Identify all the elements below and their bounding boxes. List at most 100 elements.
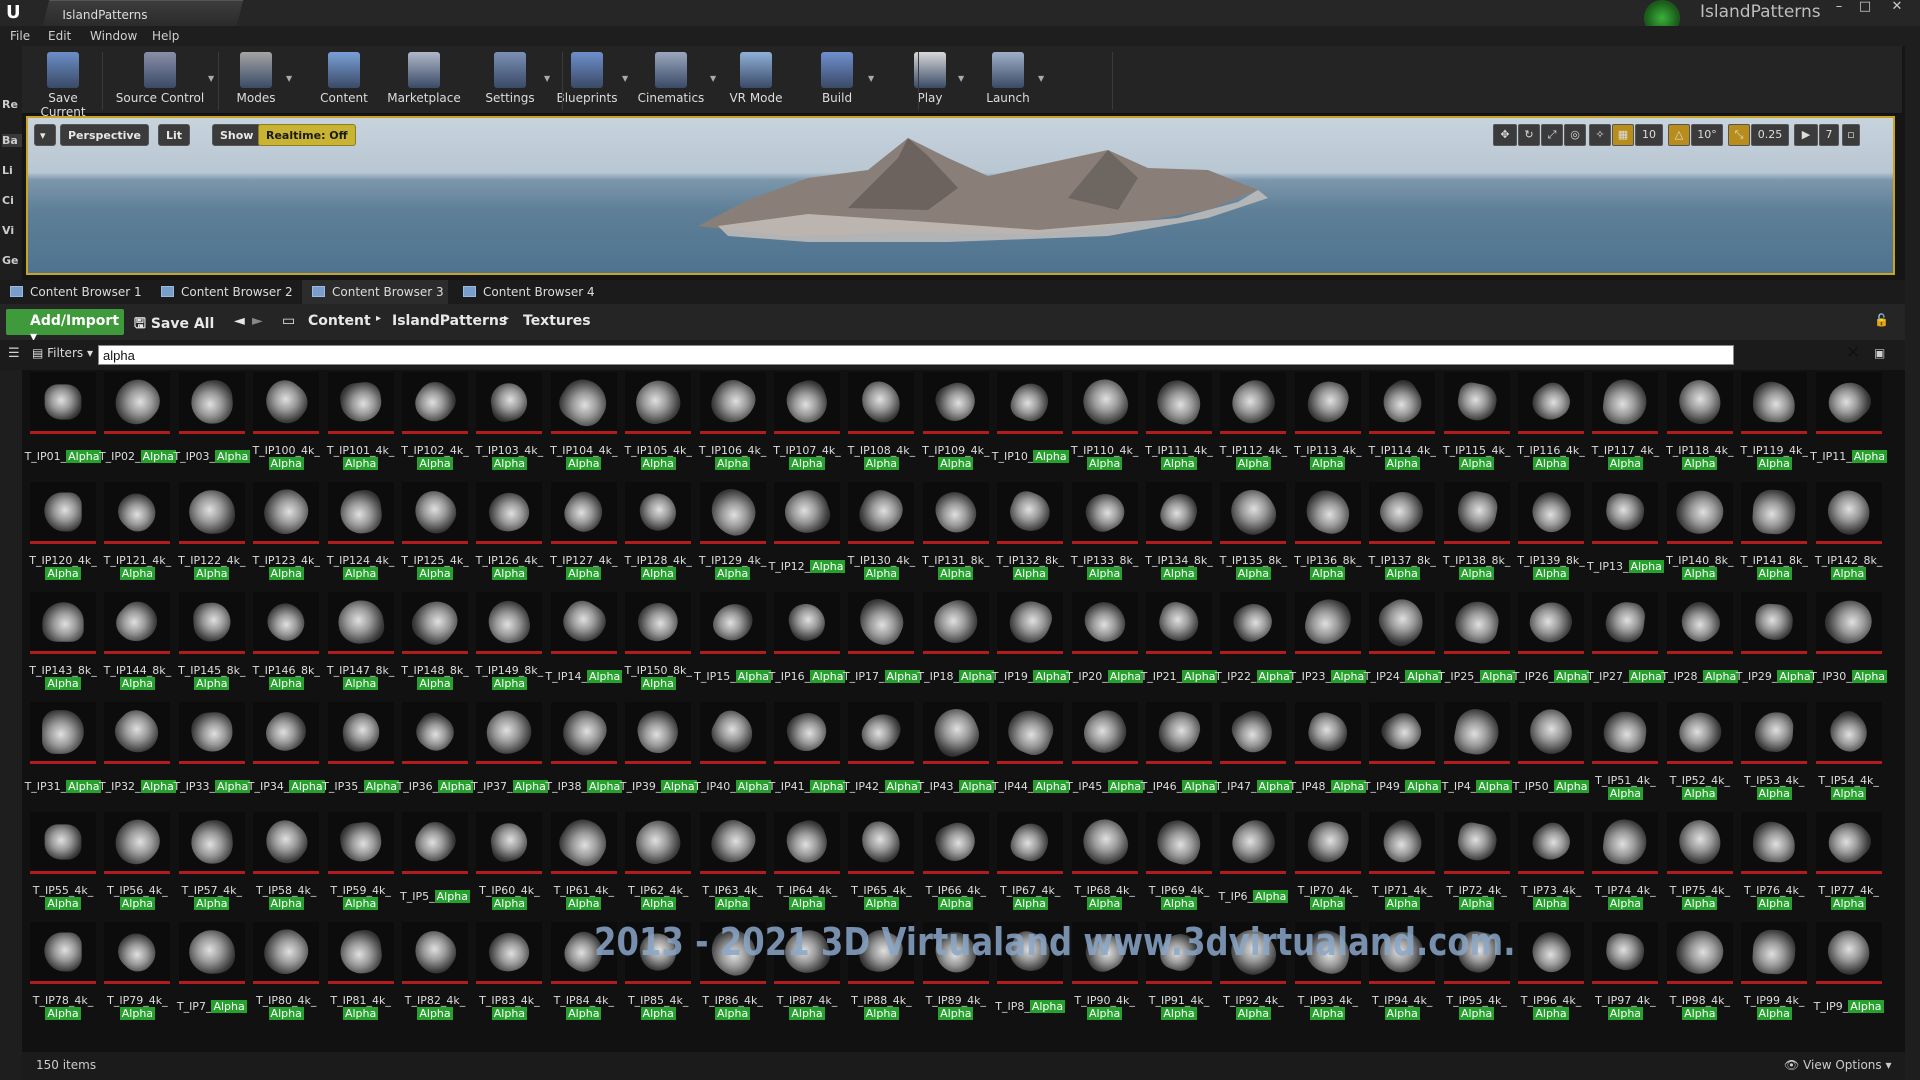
filters-button[interactable]: ▤ Filters ▾ xyxy=(32,346,93,360)
asset-tile[interactable]: T_IP135_8k_ Alpha xyxy=(1212,482,1287,590)
asset-tile[interactable]: T_IP14_ Alpha xyxy=(543,592,623,700)
sources-toggle-icon[interactable]: ☰ xyxy=(8,346,20,361)
vr-mode-button[interactable]: VR Mode xyxy=(724,48,788,112)
asset-tile[interactable]: T_IP64_4k_ Alpha xyxy=(766,812,840,920)
asset-tile[interactable]: T_IP147_8k_ Alpha xyxy=(320,592,394,700)
realtime-toggle[interactable]: Realtime: Off xyxy=(258,124,356,146)
dropdown-arrow-icon[interactable]: ▼ xyxy=(208,74,216,83)
asset-tile[interactable]: T_IP29_ Alpha xyxy=(1733,592,1813,700)
asset-tile[interactable]: T_IP110_4k_ Alpha xyxy=(1064,372,1138,480)
rotation-snap-value[interactable]: 10° xyxy=(1691,124,1723,146)
show-button[interactable]: Show xyxy=(212,124,262,146)
history-back-icon[interactable]: ◄ xyxy=(234,313,245,329)
dropdown-arrow-icon[interactable]: ▼ xyxy=(286,74,294,83)
tab-content-browser-2[interactable]: Content Browser 2 xyxy=(151,280,297,304)
asset-tile[interactable]: T_IP148_8k_ Alpha xyxy=(394,592,469,700)
asset-tile[interactable]: T_IP98_4k_ Alpha xyxy=(1659,920,1733,1030)
asset-tile[interactable]: T_IP120_4k_ Alpha xyxy=(22,482,97,590)
asset-tile[interactable]: T_IP35_ Alpha xyxy=(320,702,400,810)
asset-tile[interactable]: T_IP34_ Alpha xyxy=(245,702,325,810)
asset-tile[interactable]: T_IP150_8k_ Alpha xyxy=(617,592,692,700)
asset-tile[interactable]: T_IP48_ Alpha xyxy=(1287,702,1367,810)
asset-tile[interactable]: T_IP41_ Alpha xyxy=(766,702,846,810)
asset-tile[interactable]: T_IP68_4k_ Alpha xyxy=(1064,812,1138,920)
asset-tile[interactable]: T_IP96_4k_ Alpha xyxy=(1510,922,1584,1030)
grid-snap-value[interactable]: 10 xyxy=(1635,124,1663,146)
cinematics-button[interactable]: Cinematics xyxy=(634,48,708,112)
asset-tile[interactable]: T_IP63_4k_ Alpha xyxy=(692,812,766,920)
scale-icon[interactable]: ⤢ xyxy=(1541,124,1563,146)
asset-tile[interactable]: T_IP104_4k_ Alpha xyxy=(543,371,618,480)
camera-speed-icon[interactable]: ▶ xyxy=(1794,124,1818,146)
translate-icon[interactable]: ✥ xyxy=(1493,124,1517,146)
tab-content-browser-1[interactable]: Content Browser 1 xyxy=(0,280,146,304)
asset-tile[interactable]: T_IP54_4k_ Alpha xyxy=(1808,702,1882,810)
asset-tile[interactable]: T_IP46_ Alpha xyxy=(1138,702,1218,810)
asset-tile[interactable]: T_IP31_ Alpha xyxy=(22,702,102,810)
asset-tile[interactable]: T_IP144_8k_ Alpha xyxy=(96,592,171,700)
asset-tile[interactable]: T_IP61_4k_ Alpha xyxy=(543,811,617,920)
menu-edit[interactable]: Edit xyxy=(48,29,71,43)
scale-snap-value[interactable]: 0.25 xyxy=(1751,124,1789,146)
asset-tile[interactable]: T_IP116_4k_ Alpha xyxy=(1510,372,1585,480)
asset-tile[interactable]: T_IP71_4k_ Alpha xyxy=(1361,812,1436,920)
mode-cinematic[interactable]: Ci xyxy=(2,194,22,207)
asset-tile[interactable]: T_IP141_8k_ Alpha xyxy=(1733,482,1808,590)
asset-tile[interactable]: T_IP149_8k_ Alpha xyxy=(468,592,543,700)
asset-tile[interactable]: T_IP20_ Alpha xyxy=(1064,592,1144,700)
asset-tile[interactable]: T_IP143_8k_ Alpha xyxy=(22,592,97,700)
asset-tile[interactable]: T_IP80_4k_ Alpha xyxy=(245,921,320,1030)
asset-tile[interactable]: T_IP97_4k_ Alpha xyxy=(1584,922,1659,1030)
asset-tile[interactable]: T_IP121_4k_ Alpha xyxy=(96,482,171,590)
maximize-button[interactable]: □ xyxy=(1854,0,1876,16)
dropdown-arrow-icon[interactable]: ▼ xyxy=(544,74,552,83)
asset-tile[interactable]: T_IP138_8k_ Alpha xyxy=(1436,482,1510,590)
asset-tile[interactable]: T_IP60_4k_ Alpha xyxy=(468,812,543,920)
asset-tile[interactable]: T_IP99_4k_ Alpha xyxy=(1733,922,1808,1030)
asset-tile[interactable]: T_IP12_ Alpha xyxy=(766,482,846,590)
asset-tile[interactable]: T_IP33_ Alpha xyxy=(171,702,251,810)
asset-tile[interactable]: T_IP107_4k_ Alpha xyxy=(766,372,841,480)
asset-tile[interactable]: T_IP43_ Alpha xyxy=(915,702,995,810)
asset-tile[interactable]: T_IP78_4k_ Alpha xyxy=(22,922,96,1030)
mode-geometry[interactable]: Ge xyxy=(2,254,22,267)
asset-tile[interactable]: T_IP124_4k_ Alpha xyxy=(320,482,394,590)
asset-tile[interactable]: T_IP16_ Alpha xyxy=(766,592,846,700)
asset-tile[interactable]: T_IP83_4k_ Alpha xyxy=(468,922,543,1030)
asset-tile[interactable]: T_IP37_ Alpha xyxy=(468,702,548,810)
asset-tile[interactable]: T_IP4_ Alpha xyxy=(1436,702,1512,810)
save-search-icon[interactable]: ▣ xyxy=(1874,346,1885,360)
grid-snap-icon[interactable]: ▦ xyxy=(1612,124,1634,146)
asset-tile[interactable]: T_IP142_8k_ Alpha xyxy=(1808,482,1882,590)
mode-recent[interactable]: Re xyxy=(2,98,22,111)
asset-tile[interactable]: T_IP129_4k_ Alpha xyxy=(692,482,766,590)
asset-tile[interactable]: T_IP70_4k_ Alpha xyxy=(1287,812,1361,920)
viewport-options-button[interactable]: ▾ xyxy=(34,124,56,146)
surface-snap-icon[interactable]: ✧ xyxy=(1589,124,1611,146)
asset-tile[interactable]: T_IP126_4k_ Alpha xyxy=(468,482,543,590)
asset-tile[interactable]: T_IP100_4k_ Alpha xyxy=(245,372,320,480)
asset-tile[interactable]: T_IP65_4k_ Alpha xyxy=(840,812,915,920)
asset-tile[interactable]: T_IP118_4k_ Alpha xyxy=(1659,372,1734,480)
asset-tile[interactable]: T_IP44_ Alpha xyxy=(989,702,1069,810)
tab-content-browser-3[interactable]: Content Browser 3 xyxy=(302,280,448,304)
asset-tile[interactable]: T_IP136_8k_ Alpha xyxy=(1287,482,1362,590)
asset-tile[interactable]: T_IP49_ Alpha xyxy=(1361,702,1441,810)
minimize-button[interactable]: – xyxy=(1828,0,1850,16)
tab-content-browser-4[interactable]: Content Browser 4 xyxy=(453,280,599,304)
level-tab[interactable]: IslandPatterns xyxy=(42,0,244,26)
asset-tile[interactable]: T_IP127_4k_ Alpha xyxy=(543,482,618,590)
rotation-snap-icon[interactable]: △ xyxy=(1668,124,1690,146)
asset-tile[interactable]: T_IP7_ Alpha xyxy=(171,922,247,1030)
asset-tile[interactable]: T_IP55_4k_ Alpha xyxy=(22,812,96,920)
asset-tile[interactable]: T_IP117_4k_ Alpha xyxy=(1584,372,1659,480)
asset-tile[interactable]: T_IP47_ Alpha xyxy=(1212,702,1292,810)
dropdown-arrow-icon[interactable]: ▼ xyxy=(1038,74,1046,83)
asset-tile[interactable]: T_IP139_8k_ Alpha xyxy=(1510,482,1585,590)
asset-tile[interactable]: T_IP59_4k_ Alpha xyxy=(320,812,394,920)
lit-button[interactable]: Lit xyxy=(158,124,191,146)
asset-tile[interactable]: T_IP9_ Alpha xyxy=(1808,922,1884,1030)
camera-speed-value[interactable]: 7 xyxy=(1819,124,1839,146)
marketplace-button[interactable]: Marketplace xyxy=(384,48,464,112)
asset-tile[interactable]: T_IP108_4k_ Alpha xyxy=(840,372,915,480)
